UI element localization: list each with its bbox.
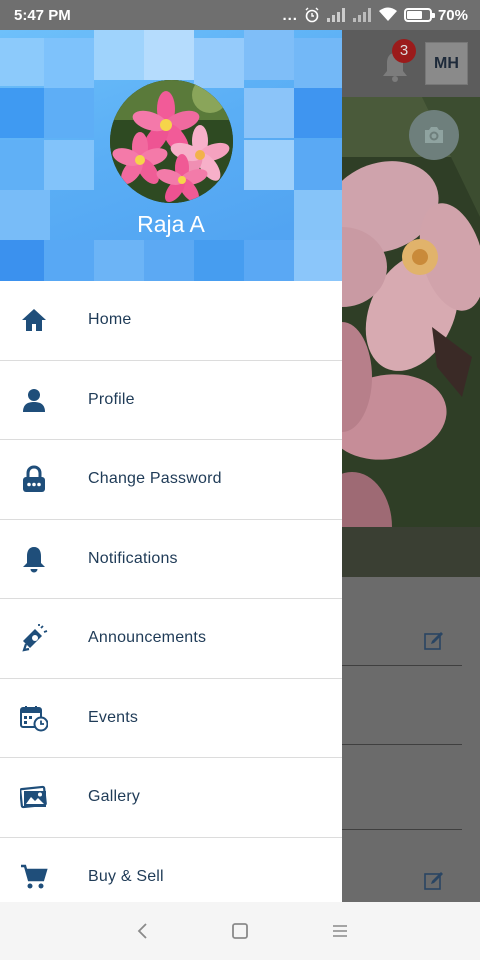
menu-item-profile[interactable]: Profile [0, 361, 342, 440]
menu-item-label: Gallery [88, 788, 141, 806]
menu-item-label: Announcements [88, 629, 207, 647]
bell-icon [23, 546, 45, 573]
battery-fill [406, 11, 423, 19]
alarm-icon [305, 7, 319, 23]
menu-item-events[interactable]: Events [0, 679, 342, 758]
cart-icon [21, 864, 48, 889]
battery-percent: 70% [437, 6, 468, 24]
menu-item-label: Buy & Sell [88, 867, 164, 885]
header-tile [244, 140, 294, 190]
header-tile [194, 38, 244, 88]
edit-icon[interactable] [423, 870, 445, 892]
header-tile [244, 30, 294, 80]
menu-item-home[interactable]: Home [0, 281, 342, 361]
menu-item-announcements[interactable]: Announcements [0, 599, 342, 679]
camera-icon [425, 127, 443, 143]
header-tile [0, 88, 50, 138]
battery-icon [403, 8, 435, 22]
header-tile [244, 88, 294, 138]
status-dots: ... [282, 6, 298, 24]
calendar-clock-icon [20, 705, 48, 732]
form-field-underline [342, 829, 462, 830]
home-square-icon[interactable] [229, 920, 251, 942]
menu-item-buy-sell[interactable]: Buy & Sell [0, 838, 342, 903]
flower-image [342, 97, 480, 577]
header-tile [94, 240, 144, 281]
header-tile [144, 30, 194, 80]
person-icon [23, 388, 45, 412]
status-time: 5:47 PM [14, 6, 71, 24]
header-tile [0, 38, 44, 86]
gallery-icon [20, 786, 47, 809]
header-tile [294, 140, 342, 190]
signal-icon [326, 8, 345, 22]
profile-form-area [342, 577, 480, 902]
notification-badge: 3 [392, 39, 416, 63]
lock-icon [23, 465, 45, 493]
menu-item-gallery[interactable]: Gallery [0, 758, 342, 838]
cover-photo [342, 97, 480, 577]
flower-image [110, 80, 233, 203]
signal-icon [352, 8, 371, 22]
navigation-drawer: Raja A Home Profile Change Password Noti… [0, 30, 342, 902]
edit-icon[interactable] [423, 630, 445, 652]
home-icon [22, 309, 46, 332]
header-tile [0, 140, 50, 190]
header-tile [44, 140, 94, 190]
camera-button[interactable] [409, 110, 459, 160]
header-tile [194, 240, 244, 281]
status-bar: 5:47 PM ... 70% [0, 0, 480, 30]
system-nav-bar [0, 902, 480, 960]
menu-item-notifications[interactable]: Notifications [0, 520, 342, 599]
header-tile [294, 38, 342, 88]
megaphone-icon [22, 624, 48, 652]
header-tile [44, 240, 94, 281]
menu-item-label: Home [88, 311, 132, 329]
header-tile [244, 240, 294, 281]
header-tile [294, 88, 342, 138]
user-avatar[interactable]: MH [425, 42, 468, 85]
form-field-underline [342, 665, 462, 666]
header-tile [44, 38, 94, 88]
header-tile [294, 240, 342, 281]
header-tile [144, 240, 194, 281]
menu-item-label: Profile [88, 390, 135, 408]
header-tile [44, 88, 94, 138]
back-icon[interactable] [132, 920, 154, 942]
menu-item-label: Change Password [88, 470, 222, 488]
drawer-menu: Home Profile Change Password Notificatio… [0, 281, 342, 902]
header-tile [0, 240, 50, 281]
form-field-underline [342, 744, 462, 745]
user-name: Raja A [137, 211, 205, 237]
header-tile [94, 30, 144, 80]
menu-item-label: Events [88, 708, 139, 726]
menu-item-label: Notifications [88, 549, 178, 567]
profile-photo[interactable] [110, 80, 233, 203]
drawer-header: Raja A [0, 30, 342, 281]
menu-lines-icon[interactable] [329, 920, 351, 942]
wifi-icon [378, 7, 397, 21]
status-icons: ... 70% [282, 7, 468, 24]
menu-item-change-password[interactable]: Change Password [0, 440, 342, 520]
